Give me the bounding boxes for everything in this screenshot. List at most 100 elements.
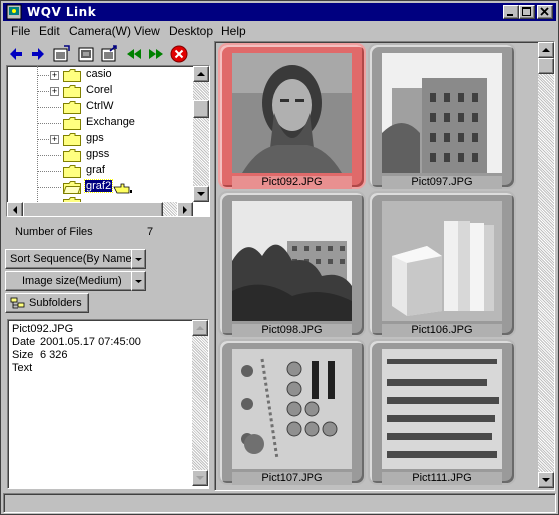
tree-item-exchange[interactable]: Exchange [7,115,193,131]
thumbnail-grid[interactable]: Pict092.JPG Pict097.JPG Pict098.JPG Pict… [214,41,555,491]
tree-connector [37,107,61,108]
thumbnail-label: Pict111.JPG [382,472,502,485]
open-folder-icon [63,181,81,194]
info-text-label: Text [12,362,33,374]
menu-file[interactable]: File [11,24,30,38]
camera-download-icon [78,47,94,62]
arrow-up-icon [196,326,204,330]
scroll-down-button[interactable] [538,472,554,488]
thumbnail-image-trees [232,201,352,321]
thumbnail-label: Pict098.JPG [232,324,352,337]
scroll-up-button[interactable] [193,66,209,82]
thumbnail-label: Pict106.JPG [382,324,502,337]
menu-view[interactable]: View [134,24,160,38]
scroll-right-button[interactable] [177,202,193,216]
import-button[interactable] [52,44,72,64]
info-date-value: 2001.05.17 07:45:00 [40,336,141,348]
folder-icon [63,85,81,98]
image-size-dropdown-button[interactable] [131,271,146,291]
menu-camera[interactable]: Camera(W) [69,24,131,38]
tree-item-gps[interactable]: + gps [7,131,193,147]
file-info-box[interactable]: Pict092.JPG Date 2001.05.17 07:45:00 Siz… [7,319,209,489]
scroll-thumb[interactable] [23,202,163,216]
info-date-label: Date [12,336,36,348]
subfolders-label: Subfolders [29,297,82,309]
tree-item-graf[interactable]: graf [7,163,193,179]
sort-sequence-value: Sort Sequence(By Name) [10,253,136,265]
scroll-down-button[interactable] [193,186,209,202]
tree-item-corel[interactable]: + Corel [7,83,193,99]
subfolders-button[interactable]: Subfolders [5,293,89,313]
export-button[interactable] [100,44,120,64]
export-image-icon [101,45,117,62]
forward-arrow-icon [32,48,44,60]
thumbnail-image-portrait [232,53,352,173]
tree-horizontal-scrollbar[interactable] [7,202,193,216]
files-count-label: Number of Files [15,226,93,238]
rewind-button[interactable] [124,44,144,64]
thumbnail-image-test-chart [232,349,352,469]
tree-item-gpss[interactable]: gpss [7,147,193,163]
scroll-thumb[interactable] [538,58,554,74]
folder-icon [63,101,81,114]
menu-desktop[interactable]: Desktop [169,24,213,38]
tree-item-label: casio [86,68,112,80]
stop-button[interactable] [169,44,189,64]
thumbnail-image-paper-shapes [382,201,502,321]
rewind-icon [127,49,141,59]
expand-icon[interactable]: + [50,71,59,80]
status-bar [3,493,556,513]
menu-help[interactable]: Help [221,24,246,38]
thumbnail-tile[interactable]: Pict098.JPG [218,191,366,337]
arrow-down-icon [196,476,204,480]
thumbnail-image-text-page [382,349,502,469]
scroll-up-button[interactable] [538,42,554,58]
tree-item-label: gpss [86,148,110,160]
tree-connector [37,123,61,124]
thumbnail-tile[interactable]: Pict106.JPG [368,191,516,337]
scroll-down-button[interactable] [192,470,208,486]
minimize-button[interactable] [503,5,519,19]
arrow-down-icon [542,478,550,482]
thumbnails-vertical-scrollbar[interactable] [538,42,554,488]
thumbnail-tile[interactable]: Pict111.JPG [368,339,516,485]
image-size-value: Image size(Medium) [22,275,122,287]
sort-dropdown-button[interactable] [131,249,146,269]
scroll-left-button[interactable] [7,202,23,216]
close-button[interactable] [537,5,553,19]
fast-forward-icon [149,49,163,59]
tree-connector [37,187,61,188]
app-icon [6,4,22,20]
tree-vertical-scrollbar[interactable] [193,66,209,202]
tree-item-label: graf [86,164,105,176]
maximize-button[interactable] [519,5,535,19]
thumbnail-label: Pict097.JPG [382,176,502,189]
chevron-down-icon [135,280,142,283]
fast-forward-button[interactable] [146,44,166,64]
title-bar[interactable]: WQV Link [3,3,556,21]
info-vertical-scrollbar[interactable] [192,320,208,486]
tree-item-ctrlw[interactable]: CtrlW [7,99,193,115]
folder-icon [63,117,81,130]
thumbnail-tile[interactable]: Pict107.JPG [218,339,366,485]
camera-download-button[interactable] [76,44,96,64]
forward-button[interactable] [28,44,48,64]
tree-item-label: gps [86,132,104,144]
thumbnail-tile[interactable]: Pict097.JPG [368,43,516,189]
thumbnail-tile[interactable]: Pict092.JPG [218,43,366,189]
arrow-up-icon [197,72,205,76]
scroll-up-button[interactable] [192,320,208,336]
sort-sequence-select[interactable]: Sort Sequence(By Name) [5,249,146,269]
back-button[interactable] [6,44,26,64]
folder-tree[interactable]: + casio + Corel CtrlW Exchange + gps gps… [6,65,210,217]
scroll-thumb[interactable] [193,100,209,118]
arrow-right-icon [183,206,187,214]
files-count-value: 7 [147,226,154,238]
tree-item-graf2[interactable]: graf2 [7,179,193,195]
expand-icon[interactable]: + [50,87,59,96]
app-window: WQV Link File Edit Camera(W) View Deskto… [0,0,559,515]
tree-item-casio[interactable]: + casio [7,67,193,83]
image-size-select[interactable]: Image size(Medium) [5,271,146,291]
menu-edit[interactable]: Edit [39,24,60,38]
expand-icon[interactable]: + [50,135,59,144]
